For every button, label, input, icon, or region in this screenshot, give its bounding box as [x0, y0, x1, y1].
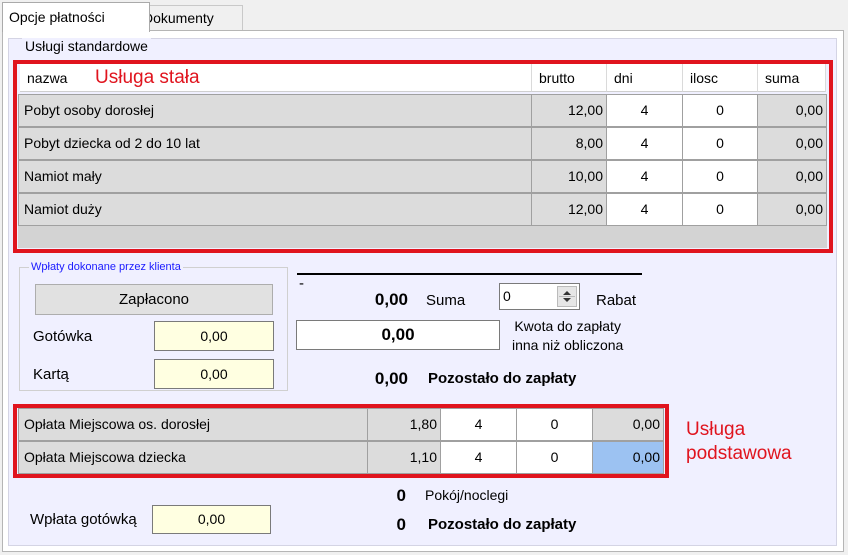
service-name-cell: Pobyt dziecka od 2 do 10 lat: [18, 127, 532, 160]
basic-sum-cell: 0,00: [592, 408, 664, 441]
tab-label: Opcje płatności: [9, 9, 105, 25]
tab-label: Dokumenty: [143, 10, 214, 26]
stepper-up-icon: [563, 291, 571, 295]
service-brutto-cell: 10,00: [531, 160, 607, 193]
service-name-cell: Pobyt osoby dorosłej: [18, 94, 532, 127]
footer-remaining-value: 0: [396, 515, 406, 534]
service-brutto-cell: 8,00: [531, 127, 607, 160]
tab-dokumenty[interactable]: Dokumenty: [136, 5, 243, 31]
service-quantity-input[interactable]: 0: [682, 160, 758, 193]
service-sum-cell: 0,00: [757, 127, 827, 160]
basic-days-input[interactable]: 4: [440, 441, 517, 474]
custom-amount-input[interactable]: 0,00: [296, 320, 500, 350]
card-input[interactable]: 0,00: [154, 359, 274, 389]
service-days-input[interactable]: 4: [606, 160, 683, 193]
stepper-down-icon: [563, 298, 571, 302]
service-quantity-input[interactable]: 0: [682, 127, 758, 160]
discount-value: 0: [503, 288, 511, 304]
basic-sum-cell-selected[interactable]: 0,00: [592, 441, 664, 474]
service-quantity-input[interactable]: 0: [682, 94, 758, 127]
column-header-suma[interactable]: suma: [758, 64, 826, 92]
stepper-buttons[interactable]: [557, 286, 577, 307]
column-header-dni[interactable]: dni: [607, 64, 683, 92]
summary-divider: [297, 273, 642, 275]
basic-brutto-cell: 1,80: [367, 408, 441, 441]
basic-name-cell: Opłata Miejscowa os. dorosłej: [18, 408, 368, 441]
column-header-ilosc[interactable]: ilosc: [683, 64, 758, 92]
basic-quantity-input[interactable]: 0: [516, 408, 593, 441]
discount-stepper[interactable]: 0: [499, 283, 580, 310]
group-title: Usługi standardowe: [22, 38, 151, 54]
footer-remaining-label: Pozostało do zapłaty: [428, 516, 577, 533]
annotation-label-fixed: Usługa stała: [95, 67, 200, 88]
sum-label: Suma: [426, 292, 466, 309]
service-quantity-input[interactable]: 0: [682, 193, 758, 226]
payments-group-title: Wpłaty dokonane przez klienta: [29, 261, 183, 273]
service-days-input[interactable]: 4: [606, 127, 683, 160]
remaining-label: Pozostało do zapłaty: [428, 370, 577, 387]
service-sum-cell: 0,00: [757, 160, 827, 193]
service-name-cell: Namiot duży: [18, 193, 532, 226]
table-empty-area: [18, 226, 827, 248]
service-brutto-cell: 12,00: [531, 94, 607, 127]
discount-label: Rabat: [596, 292, 637, 309]
service-name-cell: Namiot mały: [18, 160, 532, 193]
tab-opcje-platnosci[interactable]: Opcje płatności: [2, 2, 150, 32]
annotation-label-basic: Usługa podstawowa: [686, 419, 792, 464]
service-sum-cell: 0,00: [757, 193, 827, 226]
cash-input[interactable]: 0,00: [154, 321, 274, 351]
basic-quantity-input[interactable]: 0: [516, 441, 593, 474]
rooms-label: Pokój/noclegi: [425, 487, 509, 503]
service-days-input[interactable]: 4: [606, 94, 683, 127]
paid-button[interactable]: Zapłacono: [35, 284, 273, 315]
cash-label: Gotówka: [33, 328, 93, 345]
basic-days-input[interactable]: 4: [440, 408, 517, 441]
custom-amount-label: Kwota do zapłaty inna niż obliczona: [512, 318, 624, 353]
cash-deposit-label: Wpłata gotówką: [30, 511, 137, 528]
sum-value: 0,00: [374, 290, 408, 309]
card-label: Kartą: [33, 366, 69, 383]
rooms-value: 0: [396, 486, 406, 505]
basic-name-cell: Opłata Miejscowa dziecka: [18, 441, 368, 474]
service-days-input[interactable]: 4: [606, 193, 683, 226]
remaining-value: 0,00: [374, 369, 408, 388]
service-sum-cell: 0,00: [757, 94, 827, 127]
basic-brutto-cell: 1,10: [367, 441, 441, 474]
cash-deposit-input[interactable]: 0,00: [152, 505, 271, 534]
service-brutto-cell: 12,00: [531, 193, 607, 226]
column-header-brutto[interactable]: brutto: [532, 64, 607, 92]
